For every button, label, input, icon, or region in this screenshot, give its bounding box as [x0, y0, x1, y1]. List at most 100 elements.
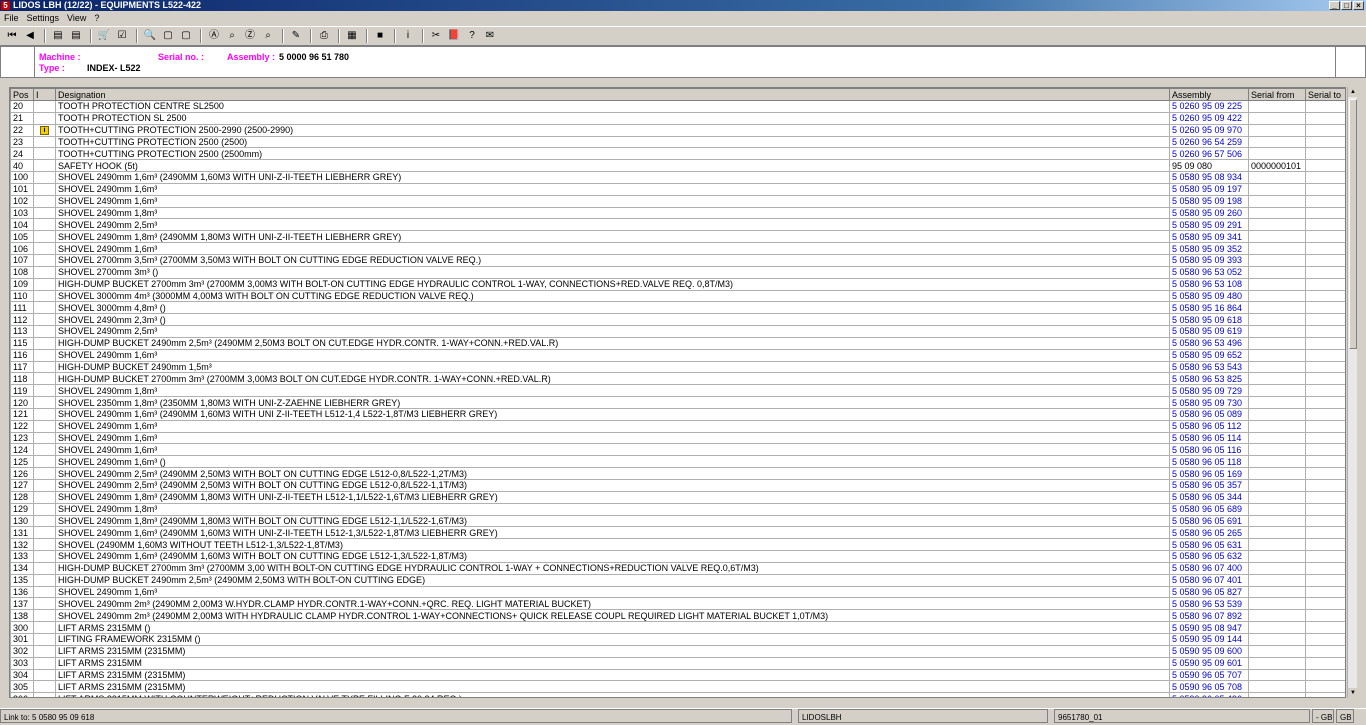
help-icon[interactable]: ?: [464, 28, 480, 44]
cell-assembly[interactable]: 5 0580 96 05 116: [1169, 443, 1249, 457]
page-icon[interactable]: ▢: [160, 28, 176, 44]
table-row[interactable]: 112 SHOVEL 2490mm 2,3m³ () 5 0580 95 09 61…: [10, 313, 1345, 327]
table-row[interactable]: 305 LIFT ARMS 2315MM (2315MM) 5 0590 96 05…: [10, 680, 1345, 694]
cell-assembly[interactable]: 5 0580 96 05 112: [1169, 419, 1249, 433]
table-row[interactable]: 300 LIFT ARMS 2315MM () 5 0590 95 08 947: [10, 621, 1345, 634]
table-row[interactable]: 301 LIFTING FRAMEWORK 2315MM () 5 0590 95 …: [10, 632, 1345, 646]
cell-assembly[interactable]: 5 0580 96 53 052: [1169, 265, 1249, 279]
search-z-link-icon[interactable]: ⌕: [260, 28, 276, 44]
note-icon[interactable]: i: [40, 126, 49, 136]
cell-assembly[interactable]: 5 0580 96 05 114: [1169, 431, 1249, 445]
table-row[interactable]: 22 i TOOTH+CUTTING PROTECTION 2500-2990 (2…: [10, 123, 1345, 137]
cell-assembly[interactable]: 5 0590 96 05 707: [1169, 668, 1249, 682]
table-row[interactable]: 101 SHOVEL 2490mm 1,6m³ 5 0580 95 09 197: [10, 182, 1345, 196]
cell-assembly[interactable]: 5 0580 95 09 393: [1169, 253, 1249, 267]
cell-assembly[interactable]: 5 0580 96 05 691: [1169, 514, 1249, 528]
table-row[interactable]: 131 SHOVEL 2490mm 1,6m³ (2490MM 1,60M3 WI…: [10, 526, 1345, 540]
menu-file[interactable]: File: [4, 13, 19, 23]
table-row[interactable]: 120 SHOVEL 2350mm 1,8m³ (2350MM 1,80M3 WI…: [10, 396, 1345, 409]
table-row[interactable]: 102 SHOVEL 2490mm 1,6m³ 5 0580 95 09 198: [10, 194, 1345, 208]
table-row[interactable]: 23 TOOTH+CUTTING PROTECTION 2500 (2500) 5 …: [10, 135, 1345, 149]
col-designation-header[interactable]: Designation: [55, 88, 1170, 101]
cell-assembly[interactable]: 5 0260 95 09 970: [1169, 123, 1249, 137]
table-row[interactable]: 106 SHOVEL 2490mm 1,6m³ 5 0580 95 09 352: [10, 242, 1345, 255]
cell-assembly[interactable]: 5 0580 96 07 400: [1169, 561, 1249, 575]
table-row[interactable]: 136 SHOVEL 2490mm 1,6m³ 5 0580 96 05 827: [10, 585, 1345, 599]
cell-assembly[interactable]: 5 0580 96 53 543: [1169, 360, 1249, 374]
table-row[interactable]: 21 TOOTH PROTECTION SL 2500 5 0260 95 09 4…: [10, 111, 1345, 125]
cell-assembly[interactable]: 5 0260 96 57 506: [1169, 147, 1249, 161]
table-row[interactable]: 129 SHOVEL 2490mm 1,8m³ 5 0580 96 05 689: [10, 502, 1345, 516]
table-row[interactable]: 118 HIGH-DUMP BUCKET 2700mm 3m³ (2700MM 3…: [10, 372, 1345, 386]
scroll-thumb[interactable]: [1349, 99, 1357, 349]
table-row[interactable]: 119 SHOVEL 2490mm 1,8m³ 5 0580 95 09 729: [10, 384, 1345, 398]
cell-assembly[interactable]: 5 0580 95 09 729: [1169, 384, 1249, 398]
table-row[interactable]: 115 HIGH-DUMP BUCKET 2490mm 2,5m³ (2490MM…: [10, 336, 1345, 350]
cell-assembly[interactable]: 5 0580 95 09 652: [1169, 348, 1249, 362]
print-icon[interactable]: ⎙: [316, 28, 332, 44]
table-row[interactable]: 127 SHOVEL 2490mm 2,5m³ (2490MM 2,50M3 WI…: [10, 479, 1345, 492]
cell-assembly[interactable]: 5 0580 96 07 892: [1169, 609, 1249, 623]
cell-assembly[interactable]: 5 0580 96 53 825: [1169, 372, 1249, 386]
cell-assembly[interactable]: 5 0580 95 09 352: [1169, 242, 1249, 255]
color-icon[interactable]: ■: [372, 28, 388, 44]
vertical-scrollbar[interactable]: ▲ ▼: [1347, 87, 1358, 698]
cell-assembly[interactable]: 5 0580 95 09 730: [1169, 396, 1249, 409]
table-row[interactable]: 306 LIFT ARMS 2315MM WITH COUNTERWEIGHT+R…: [10, 692, 1345, 697]
cell-assembly[interactable]: 5 0580 96 05 089: [1169, 407, 1249, 421]
table-row[interactable]: 302 LIFT ARMS 2315MM (2315MM) 5 0590 95 09…: [10, 644, 1345, 658]
scroll-down-arrow-icon[interactable]: ▼: [1348, 688, 1358, 698]
cell-assembly[interactable]: 5 0260 95 09 225: [1169, 100, 1249, 113]
close-button[interactable]: ×: [1353, 1, 1364, 10]
table-row[interactable]: 109 HIGH-DUMP BUCKET 2700mm 3m³ (2700MM 3…: [10, 277, 1345, 291]
col-pos-header[interactable]: Pos: [10, 88, 34, 101]
table-row[interactable]: 117 HIGH-DUMP BUCKET 2490mm 1,5m³ 5 0580 9…: [10, 360, 1345, 374]
cell-assembly[interactable]: 5 0580 96 05 632: [1169, 550, 1249, 563]
pages-a-icon[interactable]: ▤: [50, 28, 66, 44]
cell-assembly[interactable]: 5 0580 96 05 265: [1169, 526, 1249, 540]
search-a-link-icon[interactable]: ⌕: [224, 28, 240, 44]
table-row[interactable]: 104 SHOVEL 2490mm 2,5m³ 5 0580 95 09 291: [10, 218, 1345, 232]
cell-assembly[interactable]: 5 0590 96 05 496: [1169, 692, 1249, 697]
table-row[interactable]: 105 SHOVEL 2490mm 1,8m³ (2490MM 1,80M3 WI…: [10, 230, 1345, 244]
table-row[interactable]: 108 SHOVEL 2700mm 3m³ () 5 0580 96 53 052: [10, 265, 1345, 279]
cell-assembly[interactable]: 5 0580 96 07 401: [1169, 573, 1249, 587]
table-row[interactable]: 100 SHOVEL 2490mm 1,6m³ (2490MM 1,60M3 WI…: [10, 171, 1345, 184]
cell-assembly[interactable]: 5 0580 95 16 864: [1169, 301, 1249, 315]
table-row[interactable]: 138 SHOVEL 2490mm 2m³ (2490MM 2,00M3 WITH…: [10, 609, 1345, 623]
prev-icon[interactable]: ◀: [22, 28, 38, 44]
edit-icon[interactable]: ✎: [288, 28, 304, 44]
table-row[interactable]: 40 SAFETY HOOK (5t) 95 09 080 0000000101: [10, 159, 1345, 173]
pages-b-icon[interactable]: ▤: [68, 28, 84, 44]
cell-assembly[interactable]: 5 0580 96 05 689: [1169, 502, 1249, 516]
book-icon[interactable]: 📕: [446, 28, 462, 44]
cell-assembly[interactable]: 5 0580 95 08 934: [1169, 171, 1249, 184]
cell-assembly[interactable]: 5 0580 96 53 539: [1169, 597, 1249, 611]
table-row[interactable]: 113 SHOVEL 2490mm 2,5m³ 5 0580 95 09 619: [10, 325, 1345, 338]
order-list-icon[interactable]: ☑: [114, 28, 130, 44]
mail-icon[interactable]: ✉: [482, 28, 498, 44]
cell-assembly[interactable]: 5 0580 96 53 108: [1169, 277, 1249, 291]
table-row[interactable]: 132 SHOVEL (2490MM 1,60M3 WITHOUT TEETH L…: [10, 538, 1345, 552]
table-row[interactable]: 128 SHOVEL 2490mm 1,8m³ (2490MM 1,80M3 WI…: [10, 490, 1345, 504]
menu-view[interactable]: View: [67, 13, 86, 23]
table-row[interactable]: 111 SHOVEL 3000mm 4,8m³ () 5 0580 95 16 86…: [10, 301, 1345, 315]
table-row[interactable]: 24 TOOTH+CUTTING PROTECTION 2500 (2500mm)…: [10, 147, 1345, 161]
menu-settings[interactable]: Settings: [27, 13, 60, 23]
search-a-icon[interactable]: Ⓐ: [206, 28, 222, 44]
cell-assembly[interactable]: 5 0580 96 05 169: [1169, 467, 1249, 480]
page2-icon[interactable]: ▢: [178, 28, 194, 44]
grid-icon[interactable]: ▦: [344, 28, 360, 44]
cell-assembly[interactable]: 5 0590 95 09 144: [1169, 632, 1249, 646]
table-row[interactable]: 135 HIGH-DUMP BUCKET 2490mm 2,5m³ (2490MM…: [10, 573, 1345, 587]
table-row[interactable]: 125 SHOVEL 2490mm 1,6m³ () 5 0580 96 05 11…: [10, 455, 1345, 469]
table-row[interactable]: 110 SHOVEL 3000mm 4m³ (3000MM 4,00M3 WITH…: [10, 289, 1345, 303]
cell-assembly[interactable]: 5 0580 95 09 291: [1169, 218, 1249, 232]
cell-assembly[interactable]: 5 0580 95 09 341: [1169, 230, 1249, 244]
cell-assembly[interactable]: 5 0580 96 05 827: [1169, 585, 1249, 599]
table-row[interactable]: 134 HIGH-DUMP BUCKET 2700mm 3m³ (2700MM 3…: [10, 561, 1345, 575]
scroll-up-arrow-icon[interactable]: ▲: [1348, 87, 1358, 97]
first-icon[interactable]: ⏮: [4, 28, 20, 44]
table-row[interactable]: 126 SHOVEL 2490mm 2,5m³ (2490MM 2,50M3 WI…: [10, 467, 1345, 480]
cart-icon[interactable]: 🛒: [96, 28, 112, 44]
